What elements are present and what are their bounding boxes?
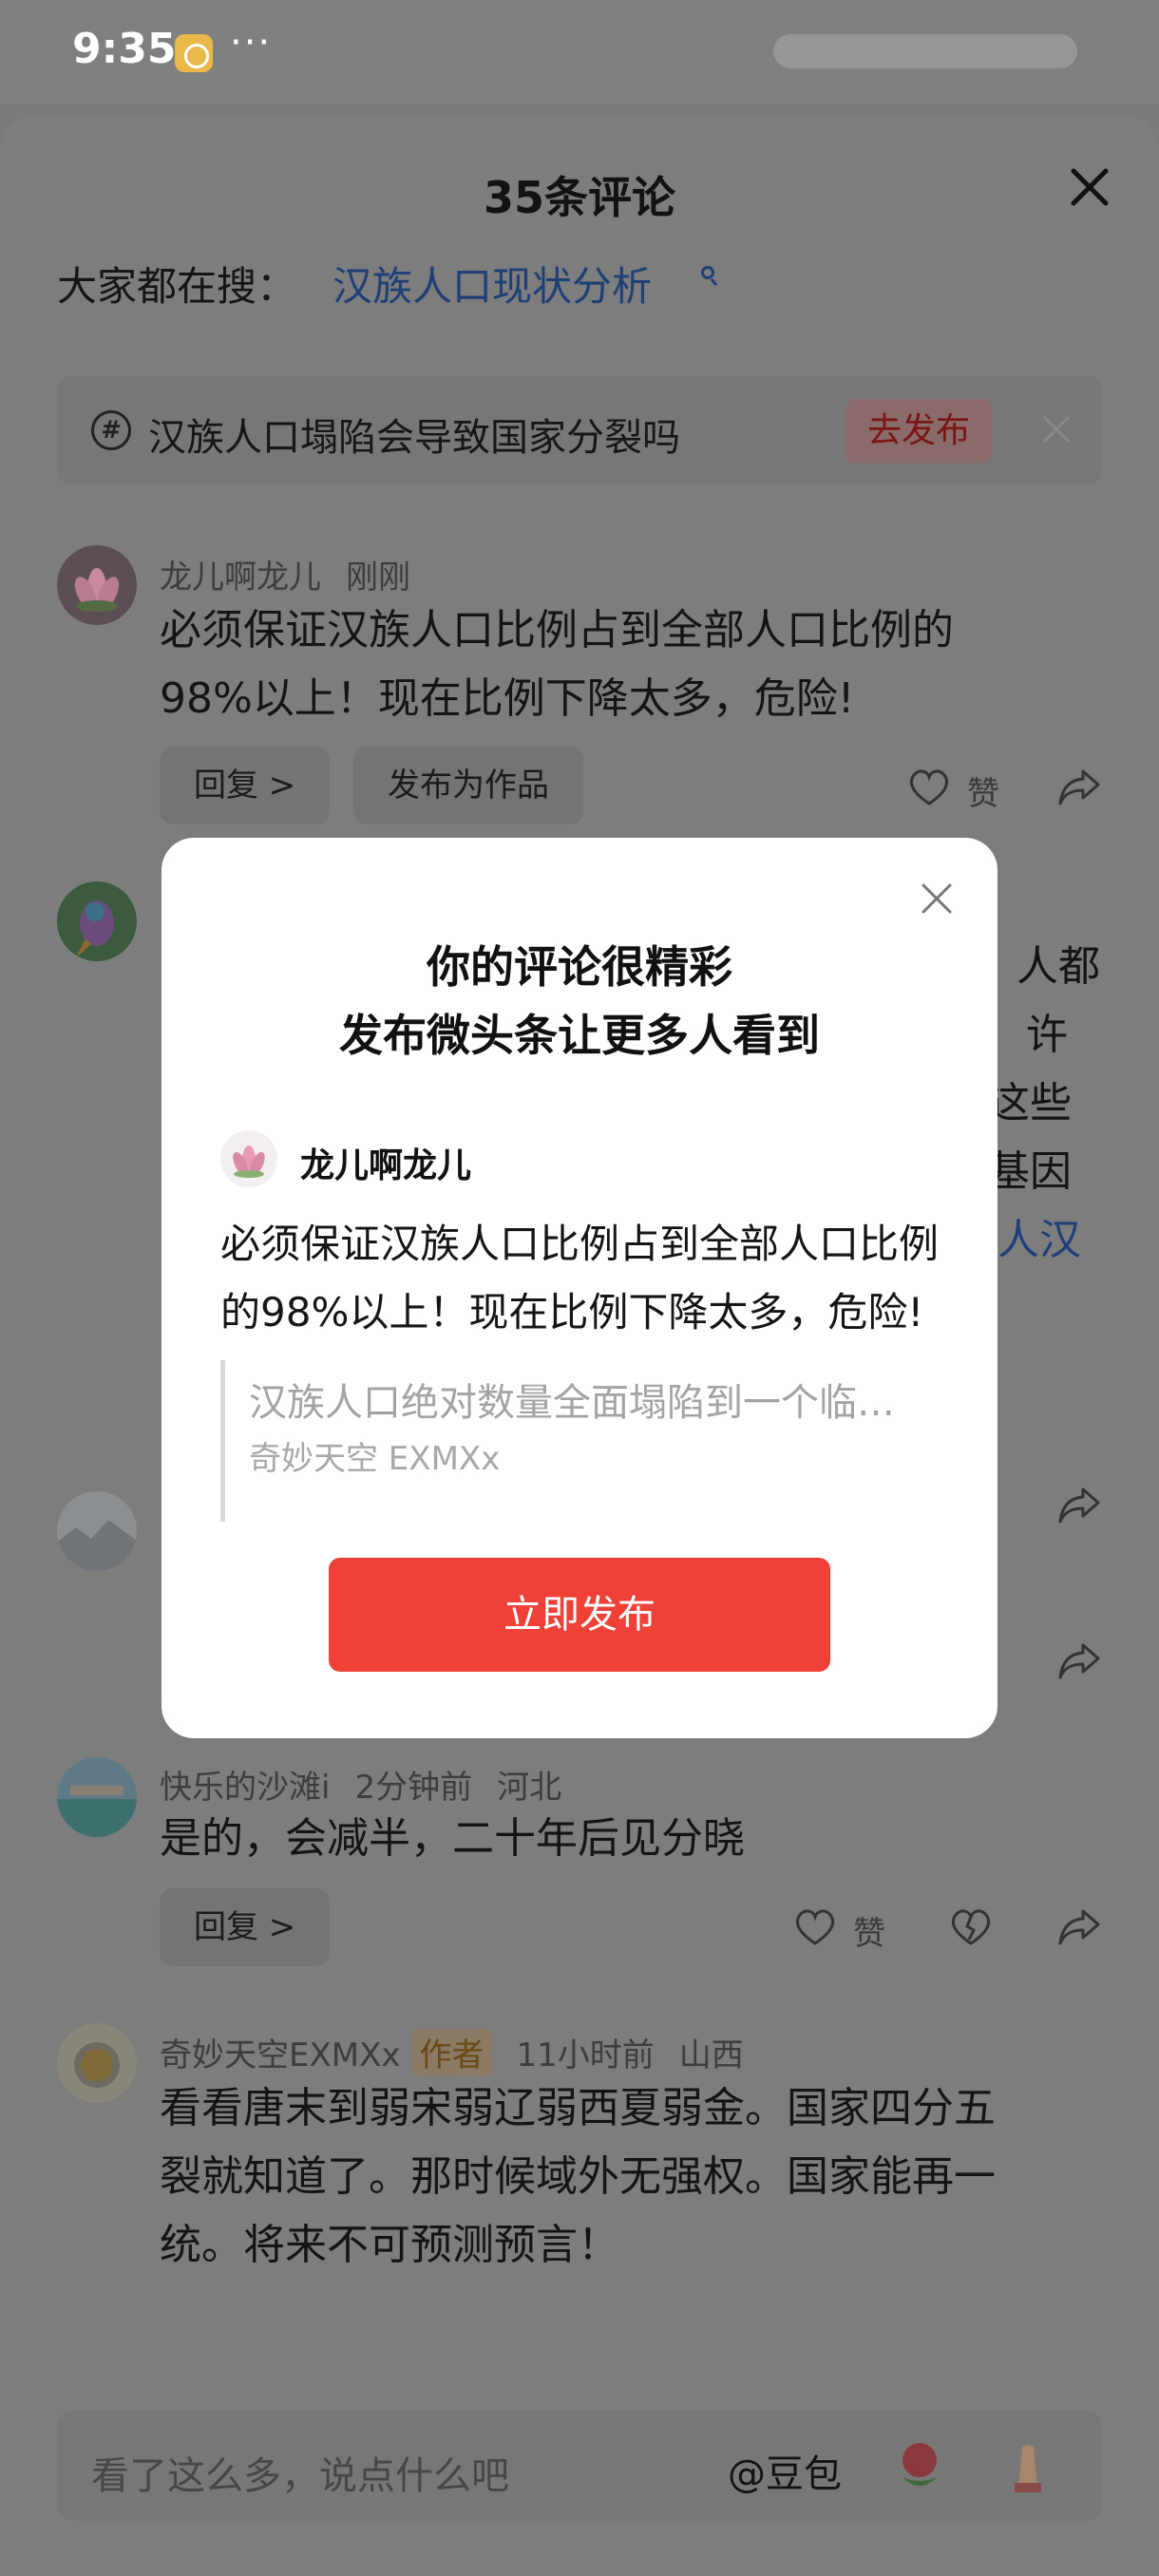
lotus-avatar-image xyxy=(57,545,137,625)
status-bar: 9:35 ··· xyxy=(0,0,1159,104)
close-icon[interactable] xyxy=(1066,163,1113,211)
hidden-comment-fragment: 这些 xyxy=(988,1079,1072,1127)
like-label[interactable]: 赞 xyxy=(853,1907,885,1954)
topic-banner[interactable]: # 汉族人口塌陷会导致国家分裂吗 去发布 xyxy=(57,376,1102,484)
hidden-comment-fragment: 基因 xyxy=(988,1147,1072,1196)
share-icon[interactable] xyxy=(1056,1484,1102,1525)
beach-avatar-image xyxy=(57,1757,137,1837)
avatar[interactable] xyxy=(57,1491,137,1571)
hidden-comment-link[interactable]: 人汉 xyxy=(998,1206,1081,1275)
status-icons-blurred xyxy=(773,34,1077,68)
hashtag-icon: # xyxy=(91,410,131,450)
rose-emoji-icon[interactable] xyxy=(889,2435,950,2496)
close-icon[interactable] xyxy=(918,880,956,918)
broken-heart-icon[interactable] xyxy=(948,1905,994,1947)
pray-emoji-icon[interactable] xyxy=(998,2435,1058,2496)
dialog-comment-text: 必须保证汉族人口比例占到全部人口比例 的98%以上！现在比例下降太多，危险! xyxy=(220,1210,961,1347)
sheet-title: 35条评论 xyxy=(483,172,675,223)
dialog-title: 你的评论很精彩 发布微头条让更多人看到 xyxy=(162,933,998,1070)
dialog-title-line: 你的评论很精彩 xyxy=(427,941,732,993)
quote-divider xyxy=(220,1360,225,1522)
app-notification-icon xyxy=(175,34,213,72)
comment-line: 必须保证汉族人口比例占到全部人口比例的 xyxy=(160,606,954,654)
heart-icon[interactable] xyxy=(792,1905,838,1947)
comment-text: 必须保证汉族人口比例占到全部人口比例的 98%以上！现在比例下降太多，危险! xyxy=(160,597,1110,733)
hidden-comment-fragment: 人都 xyxy=(1016,942,1100,991)
share-icon[interactable] xyxy=(1056,766,1102,807)
comment-time: 刚刚 xyxy=(346,559,410,597)
like-label[interactable]: 赞 xyxy=(967,767,999,814)
comment-input-placeholder[interactable]: 看了这么多，说点什么吧 xyxy=(91,2445,509,2500)
comment-text: 是的，会减半，二十年后见分晓 xyxy=(160,1814,745,1863)
system-nav-bar xyxy=(0,2546,1159,2576)
reply-button[interactable]: 回复 > xyxy=(160,1888,331,1966)
mention-doubao-button[interactable]: @豆包 xyxy=(728,2443,842,2498)
search-prompt: 大家都在搜： xyxy=(57,263,297,310)
comment-meta: 快乐的沙滩i 2分钟前 河北 xyxy=(160,1761,586,1808)
comment-line: 98%以上！现在比例下降太多，危险! xyxy=(160,674,855,723)
avatar xyxy=(220,1130,277,1187)
publish-now-button[interactable]: 立即发布 xyxy=(329,1558,830,1672)
comment-line: 统。将来不可预测预言！ xyxy=(160,2221,619,2269)
publish-as-work-button[interactable]: 发布为作品 xyxy=(353,747,583,824)
heart-icon[interactable] xyxy=(906,766,952,807)
dialog-title-line: 发布微头条让更多人看到 xyxy=(339,1010,820,1061)
comment-time: 11小时前 xyxy=(516,2036,655,2074)
comment-time: 2分钟前 xyxy=(354,1769,473,1807)
tea-cup-avatar-image xyxy=(57,2023,137,2103)
share-icon[interactable] xyxy=(1056,1905,1102,1947)
status-more-icon: ··· xyxy=(230,21,273,65)
comment-meta: 龙儿啊龙儿 刚刚 xyxy=(160,551,435,597)
avatar[interactable] xyxy=(57,881,137,961)
avatar[interactable] xyxy=(57,1757,137,1837)
comment-location: 山西 xyxy=(678,2036,744,2074)
lotus-avatar-image xyxy=(220,1130,277,1187)
landscape-avatar-image xyxy=(57,1491,137,1571)
comment-location: 河北 xyxy=(497,1769,562,1807)
avatar[interactable] xyxy=(57,2023,137,2103)
dialog-comment-line: 必须保证汉族人口比例占到全部人口比例 xyxy=(220,1221,940,1267)
share-icon[interactable] xyxy=(1056,1639,1102,1681)
comment-line: 看看唐末到弱宋弱辽弱西夏弱金。国家四分五 xyxy=(160,2084,996,2132)
avatar[interactable] xyxy=(57,545,137,625)
search-suggestion-link[interactable]: 汉族人口现状分析 xyxy=(332,255,652,313)
dialog-username: 龙儿啊龙儿 xyxy=(300,1146,472,1185)
dismiss-icon[interactable] xyxy=(1036,408,1077,450)
comment-input-bar[interactable]: 看了这么多，说点什么吧 @豆包 xyxy=(57,2411,1102,2521)
topic-text: 汉族人口塌陷会导致国家分裂吗 xyxy=(148,416,680,460)
comment-text: 看看唐末到弱宋弱辽弱西夏弱金。国家四分五 裂就知道了。那时候域外无强权。国家能再… xyxy=(160,2074,1110,2280)
search-icon xyxy=(701,266,714,279)
author-badge: 作者 xyxy=(411,2029,492,2075)
quoted-post-author: 奇妙天空 EXMXx xyxy=(249,1440,501,1478)
hidden-comment-fragment: 许 xyxy=(1026,1011,1068,1059)
status-time: 9:35 xyxy=(72,25,177,73)
topic-publish-button[interactable]: 去发布 xyxy=(846,399,992,464)
comment-username[interactable]: 龙儿啊龙儿 xyxy=(160,559,321,597)
publish-dialog: 你的评论很精彩 发布微头条让更多人看到 龙儿啊龙儿 必须保证汉族人口比例占到全部… xyxy=(162,838,998,1738)
comment-username[interactable]: 快乐的沙滩i xyxy=(160,1769,330,1807)
reply-button[interactable]: 回复 > xyxy=(160,747,331,824)
quoted-post-text: 汉族人口绝对数量全面塌陷到一个临… xyxy=(249,1381,895,1425)
dialog-comment-line: 的98%以上！现在比例下降太多，危险! xyxy=(220,1289,924,1335)
comment-username[interactable]: 奇妙天空EXMXx xyxy=(160,2036,401,2074)
comment-meta: 奇妙天空EXMXx 作者 11小时前 山西 xyxy=(160,2029,769,2075)
bird-avatar-image xyxy=(57,881,137,961)
comment-line: 裂就知道了。那时候域外无强权。国家能再一 xyxy=(160,2152,996,2201)
